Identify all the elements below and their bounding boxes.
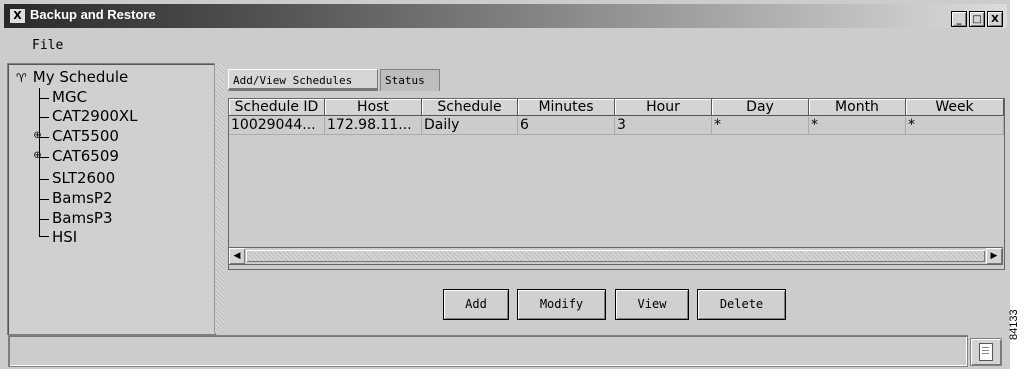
app-icon[interactable]: X [10,9,25,23]
table-row[interactable]: 10029044... 172.98.11... Daily 6 3 * * * [229,117,1004,135]
tree-branch-line [39,236,49,237]
schedule-table: Schedule ID Host Schedule Minutes Hour D… [228,98,1005,270]
tree-branch-line [39,137,49,138]
add-button[interactable]: Add [443,289,509,320]
tree-branch-line [39,219,49,220]
menu-bar: File [4,33,1007,58]
tree-root-my-schedule[interactable]: ♈ My Schedule [16,68,128,86]
minimize-button[interactable]: _ [951,11,967,27]
scroll-track[interactable] [246,250,985,262]
tree-item-cat2900xl[interactable]: CAT2900XL [52,107,138,125]
figure-id: 84133 [1008,309,1020,340]
schedule-tree-panel: ♈ My Schedule MGC CAT2900XL ⊕ CAT5500 ⊕ C… [7,63,216,335]
expand-toggle-icon[interactable]: ⊕ [32,130,43,141]
tree-item-cat5500[interactable]: CAT5500 [52,127,119,145]
window-title: Backup and Restore [30,7,156,22]
tree-branch-line [39,179,49,180]
column-schedule-id[interactable]: Schedule ID [229,99,325,116]
tree-item-cat6509[interactable]: CAT6509 [52,147,119,165]
scroll-right-icon[interactable]: ▶ [986,248,1002,264]
window-controls: _ □ X [949,7,1003,27]
column-day[interactable]: Day [712,99,809,116]
column-schedule[interactable]: Schedule [422,99,518,116]
tree-item-hsi[interactable]: HSI [52,228,77,246]
tree-branch-line [39,98,49,99]
tree-item-bamsp3[interactable]: BamsP3 [52,209,113,227]
close-button[interactable]: X [987,11,1003,27]
view-button[interactable]: View [615,289,689,320]
cell-host: 172.98.11... [325,117,422,134]
tab-add-view-schedules[interactable]: Add/View Schedules [228,69,378,91]
maximize-button[interactable]: □ [969,11,985,27]
tree-branch-line [39,117,49,118]
tree-item-mgc[interactable]: MGC [52,88,87,106]
cell-minutes: 6 [518,117,615,134]
tab-status[interactable]: Status [380,69,440,91]
tree-branch-line [39,157,49,158]
cell-week: * [906,117,1004,134]
tree-root-label: My Schedule [32,68,129,86]
status-document-button[interactable] [970,338,1002,366]
menu-file[interactable]: File [32,38,63,53]
cell-day: * [712,117,809,134]
tree-item-bamsp2[interactable]: BamsP2 [52,189,113,207]
table-header: Schedule ID Host Schedule Minutes Hour D… [229,99,1004,116]
scroll-left-icon[interactable]: ◀ [229,248,245,264]
cell-schedule: Daily [422,117,518,134]
cell-hour: 3 [615,117,712,134]
status-field [8,335,968,367]
tree-branch-line [39,199,49,200]
column-week[interactable]: Week [906,99,1004,116]
backup-restore-window: X Backup and Restore _ □ X File ♈ My Schedu… [0,0,1010,369]
column-month[interactable]: Month [809,99,906,116]
column-minutes[interactable]: Minutes [518,99,615,116]
column-host[interactable]: Host [325,99,422,116]
status-bar [4,334,1007,367]
title-bar[interactable]: X Backup and Restore _ □ X [4,4,1007,28]
schedules-panel: Add/View Schedules Status Schedule ID Ho… [224,63,1007,333]
delete-button[interactable]: Delete [697,289,786,320]
modify-button[interactable]: Modify [517,289,606,320]
tree-item-slt2600[interactable]: SLT2600 [52,169,115,187]
document-icon [979,343,993,361]
cell-month: * [809,117,906,134]
folder-open-icon: ♈ [16,71,27,85]
horizontal-scrollbar[interactable]: ◀ ▶ [228,247,1003,265]
cell-schedule-id: 10029044... [229,117,325,134]
expand-toggle-icon[interactable]: ⊕ [32,150,43,161]
column-hour[interactable]: Hour [615,99,712,116]
tree-connector [39,88,40,236]
